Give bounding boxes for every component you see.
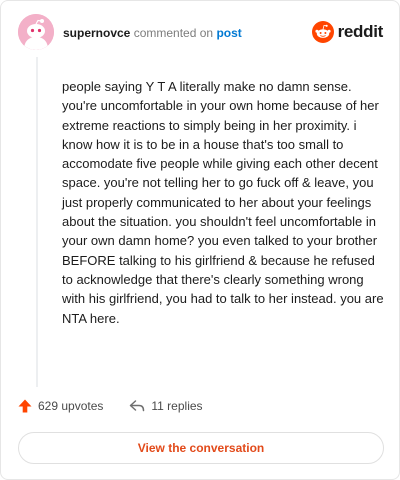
comment-card: supernovce commented on post reddit peop…	[0, 0, 400, 480]
view-conversation-button[interactable]: View the conversation	[18, 432, 384, 464]
username[interactable]: supernovce	[63, 26, 130, 40]
upvote-button[interactable]: 629 upvotes	[18, 399, 103, 413]
replies-button[interactable]: 11 replies	[129, 399, 203, 413]
comment-actions: 629 upvotes 11 replies	[18, 399, 203, 413]
reddit-wordmark: reddit	[337, 22, 384, 41]
thread-line[interactable]	[36, 57, 38, 387]
upvote-arrow-icon	[18, 399, 32, 413]
upvote-count: 629 upvotes	[38, 399, 104, 413]
snoo-avatar-icon	[18, 14, 54, 50]
reply-count: 11 replies	[151, 399, 203, 413]
comment-body: people saying Y T A literally make no da…	[62, 79, 384, 326]
post-link[interactable]: post	[216, 26, 241, 40]
avatar[interactable]	[18, 14, 54, 50]
view-conversation-label: View the conversation	[137, 441, 265, 455]
comment-header: supernovce commented on post	[63, 25, 242, 41]
reddit-brand[interactable]: reddit	[311, 21, 384, 43]
reply-arrow-icon	[130, 400, 145, 412]
commented-on-label: commented on	[133, 26, 214, 40]
reddit-logo-icon	[311, 21, 334, 43]
